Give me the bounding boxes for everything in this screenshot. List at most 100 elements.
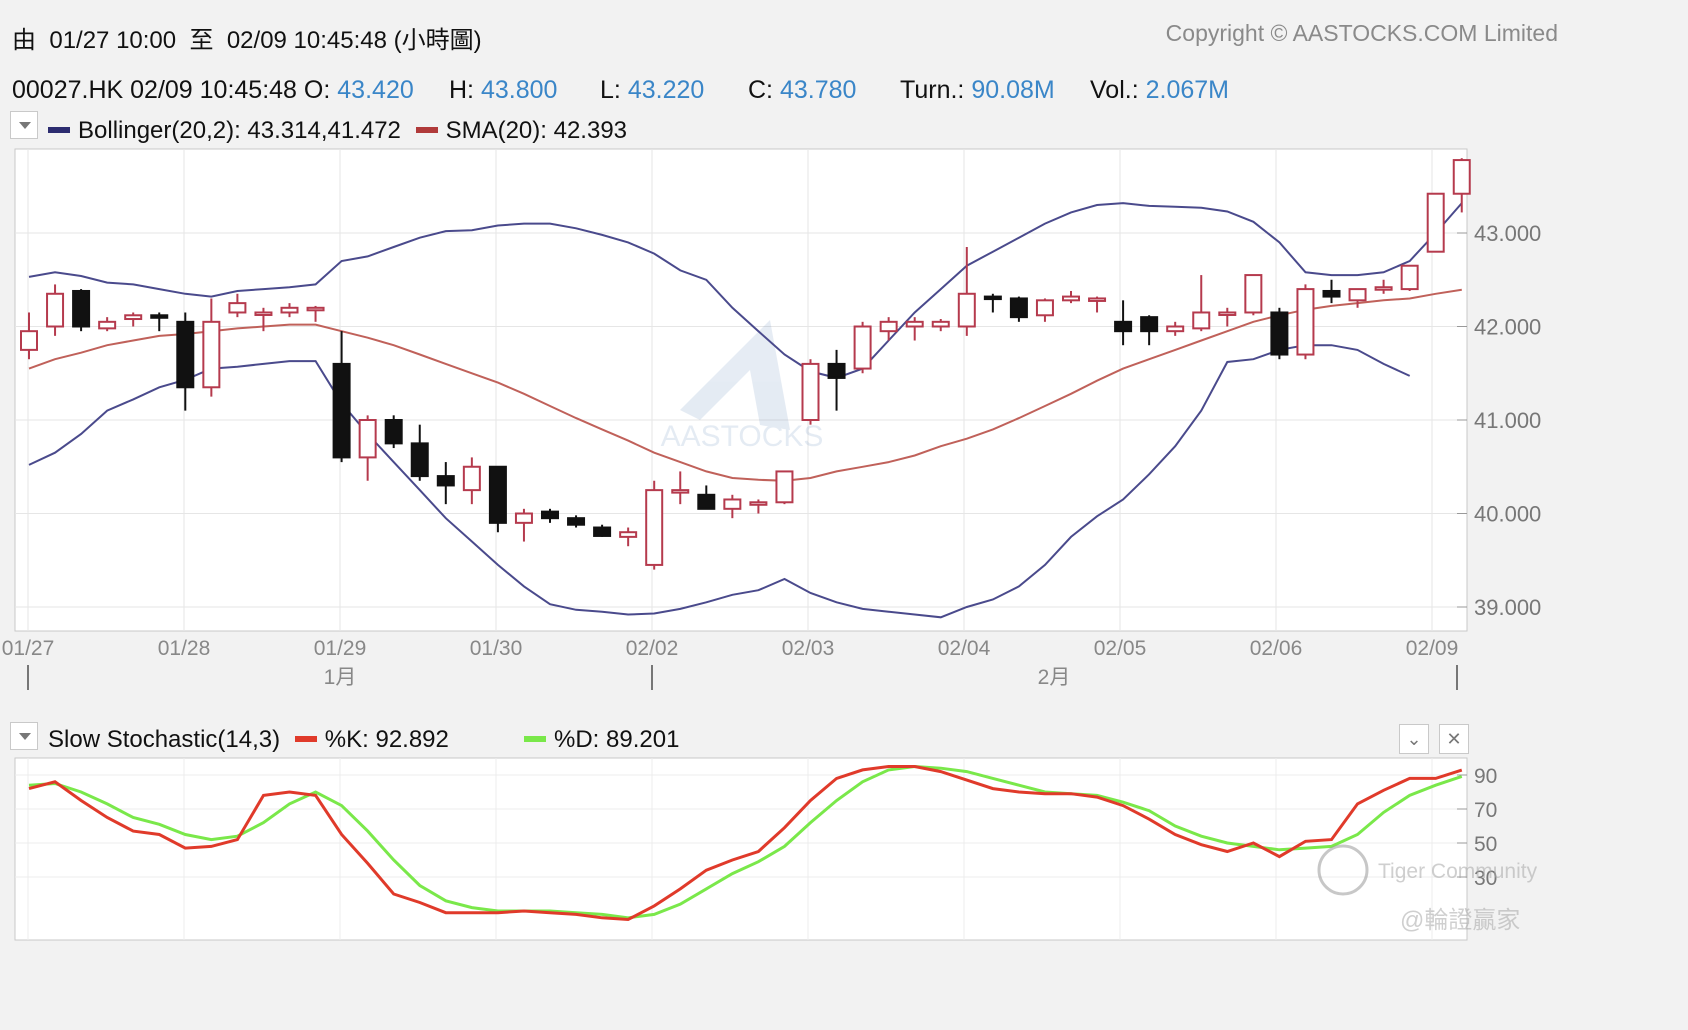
candle xyxy=(801,359,820,425)
symbol-time: 00027.HK 02/09 10:45:48 xyxy=(12,76,297,104)
collapse-button[interactable]: ⌄ xyxy=(1399,724,1429,754)
candle-body xyxy=(1270,311,1289,356)
candle-body xyxy=(1192,311,1211,330)
k-legend: %K: 92.892 xyxy=(324,726,449,753)
high-value: 43.800 xyxy=(480,76,558,104)
candle-body xyxy=(488,465,507,524)
candle-body xyxy=(254,311,273,316)
d-legend-wrap: %D: 89.201 xyxy=(524,726,679,754)
candle-body xyxy=(20,330,38,351)
candle-body xyxy=(1140,316,1159,333)
candle-body xyxy=(1426,192,1445,253)
candle-body xyxy=(879,320,898,333)
candle-body xyxy=(1009,297,1028,319)
candle-body xyxy=(332,362,351,459)
candle-body xyxy=(462,465,481,492)
candle xyxy=(488,465,507,533)
time-axis: 01/27 01/28 01/29 01/30 02/02 02/03 02/04 02/05… xyxy=(2,637,1458,690)
y-tick-label: 42.000 xyxy=(1474,315,1541,340)
k-swatch xyxy=(294,736,317,743)
candle-body xyxy=(1452,159,1471,195)
volume-value: 2.067M xyxy=(1145,76,1229,104)
low-value: 43.220 xyxy=(627,76,705,104)
stoch-y-tick-label: 70 xyxy=(1474,799,1497,822)
month-label: 2月 xyxy=(1038,666,1071,689)
candle-body xyxy=(384,419,403,445)
stoch-indicator-dropdown[interactable] xyxy=(10,722,38,750)
stochastic-chart: 30507090 Tiger Community @輪證贏家 xyxy=(14,757,1538,941)
x-tick-label: 01/28 xyxy=(158,637,211,660)
from-date: 01/27 10:00 xyxy=(49,27,177,54)
candle-body xyxy=(98,320,117,330)
to-date: 02/09 10:45:48 xyxy=(226,27,387,54)
candle xyxy=(1296,284,1315,360)
candle-body xyxy=(1374,286,1393,291)
candle-body xyxy=(671,489,690,494)
candle-body xyxy=(280,306,299,314)
candle-body xyxy=(358,419,377,459)
candle xyxy=(645,480,664,570)
sma-swatch xyxy=(415,127,438,134)
close-label: C: xyxy=(748,76,773,104)
price-axis: 39.000 40.000 41.000 42.000 43.000 xyxy=(1457,221,1541,620)
x-tick-label: 02/04 xyxy=(938,637,991,660)
month-label: 1月 xyxy=(324,666,357,689)
copyright: Copyright © AASTOCKS.COM Limited xyxy=(1165,20,1558,46)
x-tick-label: 02/02 xyxy=(626,637,679,660)
candle-body xyxy=(228,302,247,314)
candle-body xyxy=(931,320,950,328)
candle-body xyxy=(1114,320,1133,333)
candle xyxy=(384,415,403,449)
candle xyxy=(593,524,612,537)
high-field: H: 43.800 xyxy=(449,76,557,105)
candle-body xyxy=(697,493,716,510)
to-label: 至 xyxy=(189,27,214,54)
x-tick-label: 02/06 xyxy=(1250,637,1303,660)
volume-label: Vol.: xyxy=(1090,76,1139,104)
candle xyxy=(1400,264,1419,291)
close-panel-button[interactable]: ✕ xyxy=(1439,724,1469,754)
y-tick-label: 43.000 xyxy=(1474,221,1541,246)
candle-body xyxy=(72,289,91,328)
candle-body xyxy=(593,526,612,537)
x-tick-label: 01/29 xyxy=(314,637,367,660)
main-plot-area xyxy=(14,148,1468,632)
candle-body xyxy=(801,362,820,421)
candle-body xyxy=(202,320,221,389)
volume-field: Vol.: 2.067M xyxy=(1090,76,1229,105)
candle xyxy=(1009,296,1028,322)
high-label: H: xyxy=(449,76,474,104)
candle-body xyxy=(749,501,768,506)
candle-body xyxy=(1400,264,1419,291)
main-indicator-dropdown[interactable] xyxy=(10,111,38,139)
close-field: C: 43.780 xyxy=(748,76,856,105)
quote-symbol-time: 00027.HK 02/09 10:45:48 O: 43.420 xyxy=(12,76,414,105)
candle-body xyxy=(541,510,559,520)
close-icon: ✕ xyxy=(1446,729,1462,749)
candle-body xyxy=(514,512,533,524)
d-swatch xyxy=(524,736,546,743)
candle-body xyxy=(306,306,325,312)
candle-body xyxy=(176,320,195,389)
candle xyxy=(1270,307,1289,360)
turnover-value: 90.08M xyxy=(971,76,1055,104)
low-field: L: 43.220 xyxy=(600,76,704,105)
candle-body xyxy=(1035,299,1054,317)
candle-body xyxy=(1218,311,1237,316)
candle-body xyxy=(905,320,924,328)
candle-body xyxy=(567,517,586,526)
stoch-y-tick-label: 90 xyxy=(1474,765,1497,788)
open-value: 43.420 xyxy=(337,76,414,104)
turnover-field: Turn.: 90.08M xyxy=(900,76,1055,105)
x-tick-label: 01/27 xyxy=(2,637,55,660)
candle-body xyxy=(853,325,872,370)
candle-body xyxy=(1296,288,1315,356)
candle-body xyxy=(645,489,664,566)
interval-label: (小時圖) xyxy=(393,27,482,54)
x-tick-label: 02/03 xyxy=(782,637,835,660)
candlestick-chart: AASTOCKS 39.00040.00041.00042.00043.000 … xyxy=(2,148,1541,690)
candle xyxy=(853,321,872,374)
candle-body xyxy=(46,292,65,328)
candle xyxy=(1426,192,1445,253)
from-label: 由 xyxy=(12,27,36,54)
